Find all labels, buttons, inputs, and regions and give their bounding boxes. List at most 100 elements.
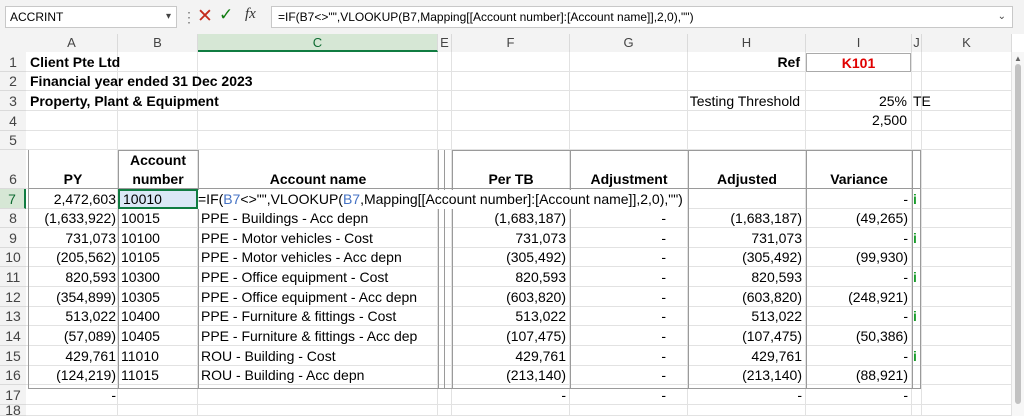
cell-per-tb[interactable]: - bbox=[452, 385, 566, 405]
cell-name[interactable]: ROU - Building - Cost bbox=[201, 346, 438, 366]
cell-per-tb[interactable]: 429,761 bbox=[452, 346, 566, 366]
name-box[interactable]: ACCRINT ▾ bbox=[5, 6, 177, 28]
column-header-a[interactable]: A bbox=[26, 34, 118, 52]
cell-adj[interactable]: - bbox=[570, 346, 666, 366]
row-header-4[interactable]: 4 bbox=[0, 111, 26, 131]
cell-py[interactable]: 820,593 bbox=[28, 267, 116, 287]
cell-per-tb[interactable]: (107,475) bbox=[452, 326, 566, 346]
cell-per-tb[interactable]: 820,593 bbox=[452, 267, 566, 287]
row-header-3[interactable]: 3 bbox=[0, 91, 26, 111]
cell-py[interactable]: (354,899) bbox=[28, 287, 116, 307]
cell-name[interactable]: PPE - Office equipment - Acc depn bbox=[201, 287, 438, 307]
cell-adj[interactable]: - bbox=[570, 248, 666, 267]
cell-variance[interactable]: - bbox=[806, 346, 908, 366]
row-header-9[interactable]: 9 bbox=[0, 228, 26, 248]
cell-adjusted[interactable]: 731,073 bbox=[688, 228, 802, 248]
scroll-up-icon[interactable]: ▲ bbox=[1014, 54, 1022, 63]
column-header-g[interactable]: G bbox=[570, 34, 688, 52]
cell-acct[interactable]: 11015 bbox=[121, 366, 197, 385]
select-all-corner[interactable] bbox=[0, 34, 26, 52]
cell-acct[interactable]: 10100 bbox=[121, 228, 197, 248]
row-header-8[interactable]: 8 bbox=[0, 209, 26, 228]
cell-variance[interactable]: - bbox=[806, 267, 908, 287]
cell-variance[interactable]: (88,921) bbox=[806, 366, 908, 385]
cell-name[interactable] bbox=[201, 385, 438, 405]
cell-name[interactable]: PPE - Furniture & fittings - Acc dep bbox=[201, 326, 438, 346]
cell-variance[interactable]: - bbox=[806, 307, 908, 326]
cell-acct[interactable] bbox=[121, 385, 197, 405]
cell-py[interactable]: (57,089) bbox=[28, 326, 116, 346]
cell-variance[interactable]: (49,265) bbox=[806, 209, 908, 228]
cell-per-tb[interactable]: 513,022 bbox=[452, 307, 566, 326]
cell-py[interactable]: 429,761 bbox=[28, 346, 116, 366]
cell-adjusted[interactable]: (213,140) bbox=[688, 366, 802, 385]
cell-adjusted[interactable] bbox=[688, 189, 802, 209]
active-cell[interactable]: 10010 bbox=[118, 189, 198, 209]
ref-value[interactable]: K101 bbox=[806, 53, 911, 72]
cell-adjusted[interactable]: (603,820) bbox=[688, 287, 802, 307]
row-header-16[interactable]: 16 bbox=[0, 366, 26, 385]
cell-acct[interactable]: 10105 bbox=[121, 248, 197, 267]
cell-adj[interactable]: - bbox=[570, 307, 666, 326]
column-header-b[interactable]: B bbox=[118, 34, 198, 52]
column-header-e[interactable]: E bbox=[438, 34, 452, 52]
column-header-k[interactable]: K bbox=[922, 34, 1012, 52]
cell-adj[interactable]: - bbox=[570, 326, 666, 346]
cell-adjusted[interactable]: 513,022 bbox=[688, 307, 802, 326]
cell-per-tb[interactable]: 731,073 bbox=[452, 228, 566, 248]
cell-per-tb[interactable]: (603,820) bbox=[452, 287, 566, 307]
cell-variance[interactable]: - bbox=[806, 228, 908, 248]
row-header-2[interactable]: 2 bbox=[0, 72, 26, 91]
insert-function-icon[interactable]: fx bbox=[245, 6, 256, 23]
cancel-icon[interactable]: ✕ bbox=[197, 5, 213, 28]
cell-per-tb[interactable]: (305,492) bbox=[452, 248, 566, 267]
column-header-j[interactable]: J bbox=[912, 34, 922, 52]
row-header-7[interactable]: 7 bbox=[0, 189, 26, 209]
cell-acct[interactable]: 10305 bbox=[121, 287, 197, 307]
column-header-h[interactable]: H bbox=[688, 34, 806, 52]
row-header-1[interactable]: 1 bbox=[0, 52, 26, 72]
cell-acct[interactable]: 10400 bbox=[121, 307, 197, 326]
threshold-pct[interactable]: 25% bbox=[806, 92, 907, 111]
cell-adj[interactable]: - bbox=[570, 366, 666, 385]
cell-py[interactable]: 513,022 bbox=[28, 307, 116, 326]
cell-py[interactable]: 731,073 bbox=[28, 228, 116, 248]
row-header-18[interactable]: 18 bbox=[0, 403, 26, 417]
row-header-11[interactable]: 11 bbox=[0, 267, 26, 287]
formula-input[interactable]: =IF(B7<>"",VLOOKUP(B7,Mapping[[Account n… bbox=[271, 6, 1013, 28]
cell-acct[interactable]: 10405 bbox=[121, 326, 197, 346]
row-header-14[interactable]: 14 bbox=[0, 326, 26, 346]
cell-name[interactable]: PPE - Buildings - Acc depn bbox=[201, 209, 438, 228]
enter-icon[interactable]: ✓ bbox=[219, 5, 233, 25]
cell-name[interactable]: PPE - Motor vehicles - Acc depn bbox=[201, 248, 438, 267]
cell-acct[interactable]: 11010 bbox=[121, 346, 197, 366]
cell-adj[interactable]: - bbox=[570, 385, 666, 405]
threshold-amount[interactable]: 2,500 bbox=[806, 111, 907, 130]
cell-py[interactable]: 2,472,603 bbox=[28, 189, 116, 209]
expand-formula-bar-icon[interactable]: ⌄ bbox=[998, 7, 1006, 27]
cell-adjusted[interactable]: 820,593 bbox=[688, 267, 802, 287]
cell-editor[interactable]: =IF(B7<>"",VLOOKUP(B7,Mapping[[Account n… bbox=[198, 190, 687, 209]
cell-adjusted[interactable]: (107,475) bbox=[688, 326, 802, 346]
cell-variance[interactable]: - bbox=[806, 385, 908, 405]
cell-name[interactable]: PPE - Office equipment - Cost bbox=[201, 267, 438, 287]
row-header-6[interactable]: 6 bbox=[0, 150, 26, 189]
cell-py[interactable]: (205,562) bbox=[28, 248, 116, 267]
cell-name[interactable]: PPE - Furniture & fittings - Cost bbox=[201, 307, 438, 326]
chevron-down-icon[interactable]: ▾ bbox=[166, 7, 171, 27]
cell-variance[interactable]: (50,386) bbox=[806, 326, 908, 346]
row-header-12[interactable]: 12 bbox=[0, 287, 26, 307]
row-header-13[interactable]: 13 bbox=[0, 307, 26, 326]
row-header-10[interactable]: 10 bbox=[0, 248, 26, 267]
cell-py[interactable]: - bbox=[28, 385, 116, 405]
cell-per-tb[interactable]: (213,140) bbox=[452, 366, 566, 385]
more-icon[interactable]: ⋮ bbox=[182, 9, 196, 26]
cell-name[interactable]: ROU - Building - Acc depn bbox=[201, 366, 438, 385]
column-header-i[interactable]: I bbox=[806, 34, 912, 52]
column-header-c[interactable]: C bbox=[198, 34, 438, 52]
cell-variance[interactable]: (248,921) bbox=[806, 287, 908, 307]
cell-adjusted[interactable]: - bbox=[688, 385, 802, 405]
cell-acct[interactable]: 10300 bbox=[121, 267, 197, 287]
cell-adjusted[interactable]: (305,492) bbox=[688, 248, 802, 267]
cell-variance[interactable]: (99,930) bbox=[806, 248, 908, 267]
